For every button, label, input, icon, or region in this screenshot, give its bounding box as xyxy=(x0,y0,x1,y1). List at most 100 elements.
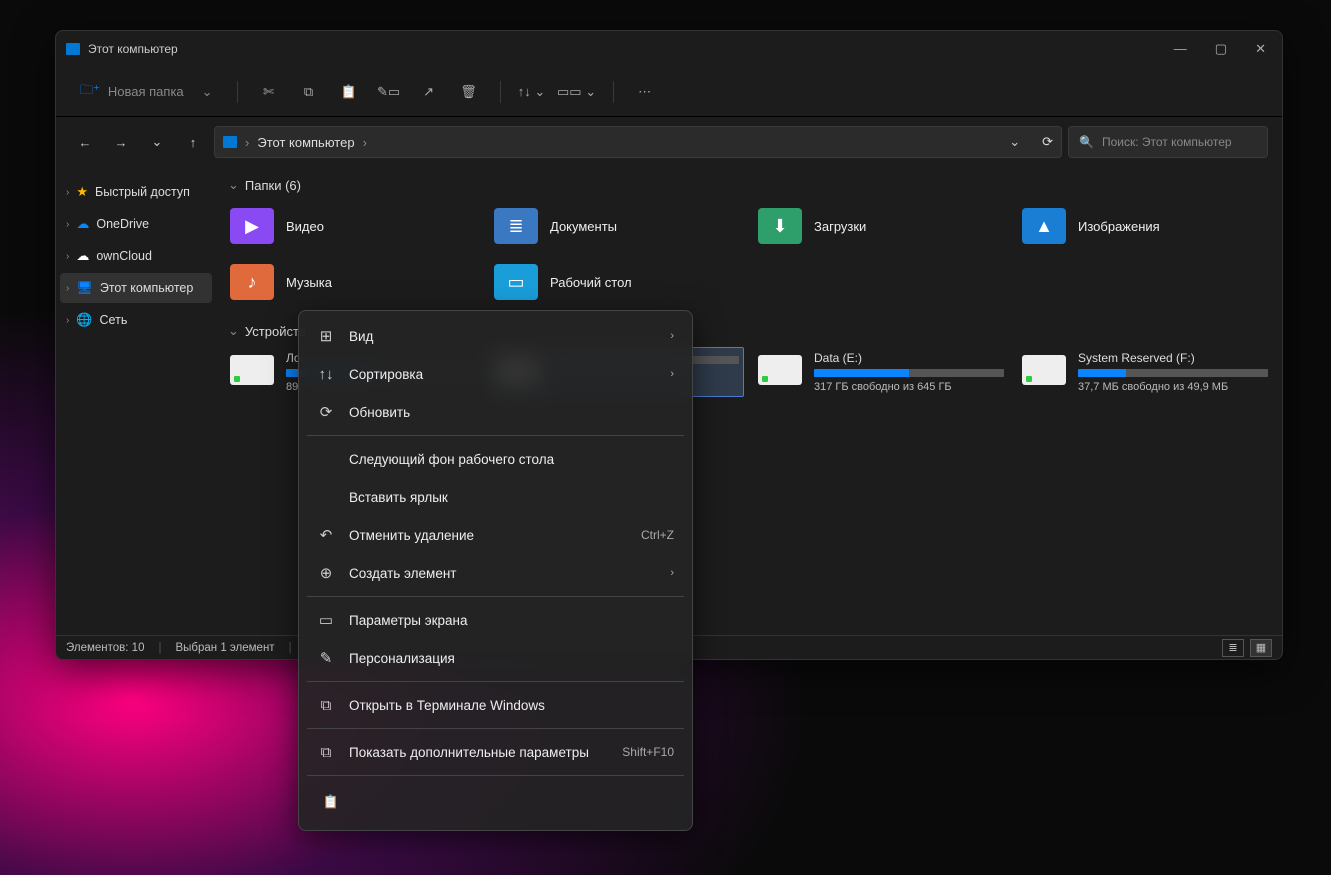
menu-item-label: Вид xyxy=(349,329,373,344)
sidebar-item-owncloud[interactable]: › ☁ ownCloud xyxy=(60,241,212,271)
up-button[interactable]: ↑ xyxy=(178,127,208,157)
folder-загрузки[interactable]: ⬇ Загрузки xyxy=(754,201,1008,251)
folders-section-header[interactable]: ⌄ Папки (6) xyxy=(228,177,1272,193)
paste-button[interactable]: 📋 xyxy=(315,786,347,818)
chevron-right-icon: › xyxy=(245,135,249,150)
close-button[interactable]: ✕ xyxy=(1255,41,1266,57)
menu-item-icon: ⧉ xyxy=(317,744,335,761)
drive-icon xyxy=(758,355,802,385)
sidebar-item-быстрый-доступ[interactable]: › ★ Быстрый доступ xyxy=(60,177,212,207)
sidebar-item-label: Быстрый доступ xyxy=(95,185,190,199)
folder-icon: ♪ xyxy=(230,264,274,300)
folder-музыка[interactable]: ♪ Музыка xyxy=(226,257,480,307)
address-bar[interactable]: › Этот компьютер › ⌄ ⟳ xyxy=(214,126,1062,158)
drive-usage-bar xyxy=(814,369,1004,377)
folder-видео[interactable]: ▶ Видео xyxy=(226,201,480,251)
folder-рабочий-стол[interactable]: ▭ Рабочий стол xyxy=(490,257,744,307)
menu-item-icon: ▭ xyxy=(317,611,335,629)
chevron-right-icon: › xyxy=(66,283,69,294)
context-menu-item[interactable]: ↶ Отменить удалениеCtrl+Z xyxy=(305,516,686,554)
addr-dropdown-button[interactable]: ⌄ xyxy=(1009,134,1020,150)
drive-name: System Reserved (F:) xyxy=(1078,351,1268,365)
context-menu-item[interactable]: ⟳ Обновить xyxy=(305,393,686,431)
context-menu: ⊞ Вид›↑↓ Сортировка›⟳ Обновить Следующий… xyxy=(298,310,693,831)
folder-label: Рабочий стол xyxy=(550,275,632,290)
folder-label: Документы xyxy=(550,219,617,234)
status-selection: Выбран 1 элемент xyxy=(175,642,274,654)
menu-item-label: Обновить xyxy=(349,405,410,420)
rename-button[interactable]: ✎▭ xyxy=(372,75,406,109)
refresh-button[interactable]: ⟳ xyxy=(1042,134,1053,150)
context-menu-separator xyxy=(307,775,684,776)
context-menu-separator xyxy=(307,681,684,682)
context-menu-action-row: 📋 xyxy=(305,780,686,824)
folder-icon: ▶ xyxy=(230,208,274,244)
share-button[interactable]: ↗ xyxy=(412,75,446,109)
sidebar-item-сеть[interactable]: › 🌐 Сеть xyxy=(60,305,212,335)
view-button[interactable]: ▭▭ ⌄ xyxy=(555,75,599,109)
menu-item-label: Вставить ярлык xyxy=(349,490,448,505)
new-folder-button[interactable]: 🗀⁺ Новая папка ⌄ xyxy=(70,75,223,109)
star-icon: ★ xyxy=(76,184,88,200)
folder-icon: ▭ xyxy=(494,264,538,300)
maximize-button[interactable]: ▢ xyxy=(1215,41,1227,57)
menu-item-label: Персонализация xyxy=(349,651,455,666)
context-menu-item[interactable]: ⧉ Открыть в Терминале Windows xyxy=(305,686,686,724)
menu-item-label: Создать элемент xyxy=(349,566,456,581)
chevron-right-icon: › xyxy=(670,567,674,579)
sidebar-item-label: Сеть xyxy=(100,313,128,327)
chevron-right-icon: › xyxy=(66,187,69,198)
drive-item[interactable]: System Reserved (F:) 37,7 МБ свободно из… xyxy=(1018,347,1272,397)
context-menu-item[interactable]: ⊞ Вид› xyxy=(305,317,686,355)
back-button[interactable]: ← xyxy=(70,127,100,157)
chevron-right-icon: › xyxy=(66,219,69,230)
cut-button[interactable]: ✄ xyxy=(252,75,286,109)
folder-документы[interactable]: ≣ Документы xyxy=(490,201,744,251)
forward-button[interactable]: → xyxy=(106,127,136,157)
more-button[interactable]: ⋯ xyxy=(628,75,662,109)
chevron-right-icon: › xyxy=(363,135,367,150)
history-button[interactable]: ⌄ xyxy=(142,127,172,157)
context-menu-item[interactable]: ⧉ Показать дополнительные параметрыShift… xyxy=(305,733,686,771)
menu-item-icon: ↑↓ xyxy=(317,366,335,383)
drive-icon xyxy=(230,355,274,385)
drive-name: Data (E:) xyxy=(814,351,1004,365)
copy-button[interactable]: ⧉ xyxy=(292,75,326,109)
context-menu-item[interactable]: Вставить ярлык xyxy=(305,478,686,516)
delete-button[interactable]: 🗑 xyxy=(452,75,486,109)
menu-item-label: Открыть в Терминале Windows xyxy=(349,698,545,713)
context-menu-item[interactable]: ⊕ Создать элемент› xyxy=(305,554,686,592)
tiles-view-button[interactable]: ▦ xyxy=(1250,639,1272,657)
titlebar[interactable]: Этот компьютер — ▢ ✕ xyxy=(56,31,1282,67)
search-input[interactable]: 🔍 Поиск: Этот компьютер xyxy=(1068,126,1268,158)
chevron-right-icon: › xyxy=(670,330,674,342)
paste-button[interactable]: 📋 xyxy=(332,75,366,109)
context-menu-item[interactable]: ▭ Параметры экрана xyxy=(305,601,686,639)
menu-item-label: Отменить удаление xyxy=(349,528,474,543)
sidebar-item-label: ownCloud xyxy=(96,249,152,263)
folder-icon: ▲ xyxy=(1022,208,1066,244)
new-folder-label: Новая папка xyxy=(108,84,184,99)
status-item-count: Элементов: 10 xyxy=(66,642,144,654)
sort-button[interactable]: ↑↓ ⌄ xyxy=(515,75,549,109)
window-title: Этот компьютер xyxy=(88,42,178,56)
menu-item-icon: ✎ xyxy=(317,649,335,667)
folder-изображения[interactable]: ▲ Изображения xyxy=(1018,201,1272,251)
sidebar-item-onedrive[interactable]: › ☁ OneDrive xyxy=(60,209,212,239)
details-view-button[interactable]: ≣ xyxy=(1222,639,1244,657)
menu-item-icon: ↶ xyxy=(317,526,335,544)
menu-item-label: Показать дополнительные параметры xyxy=(349,745,589,760)
drive-item[interactable]: Data (E:) 317 ГБ свободно из 645 ГБ xyxy=(754,347,1008,397)
nav-row: ← → ⌄ ↑ › Этот компьютер › ⌄ ⟳ 🔍 Поиск: … xyxy=(56,117,1282,167)
menu-item-icon: ⟳ xyxy=(317,403,335,421)
context-menu-item[interactable]: ✎ Персонализация xyxy=(305,639,686,677)
context-menu-item[interactable]: ↑↓ Сортировка› xyxy=(305,355,686,393)
context-menu-item[interactable]: Следующий фон рабочего стола xyxy=(305,440,686,478)
sidebar-item-этот-компьютер[interactable]: › 🖥 Этот компьютер xyxy=(60,273,212,303)
folder-label: Видео xyxy=(286,219,324,234)
cloud-icon: ☁ xyxy=(76,216,89,232)
drive-free-text: 37,7 МБ свободно из 49,9 МБ xyxy=(1078,381,1268,393)
breadcrumb-root[interactable]: Этот компьютер xyxy=(257,135,354,150)
sidebar: › ★ Быстрый доступ› ☁ OneDrive› ☁ ownClo… xyxy=(56,167,216,635)
minimize-button[interactable]: — xyxy=(1174,41,1187,57)
